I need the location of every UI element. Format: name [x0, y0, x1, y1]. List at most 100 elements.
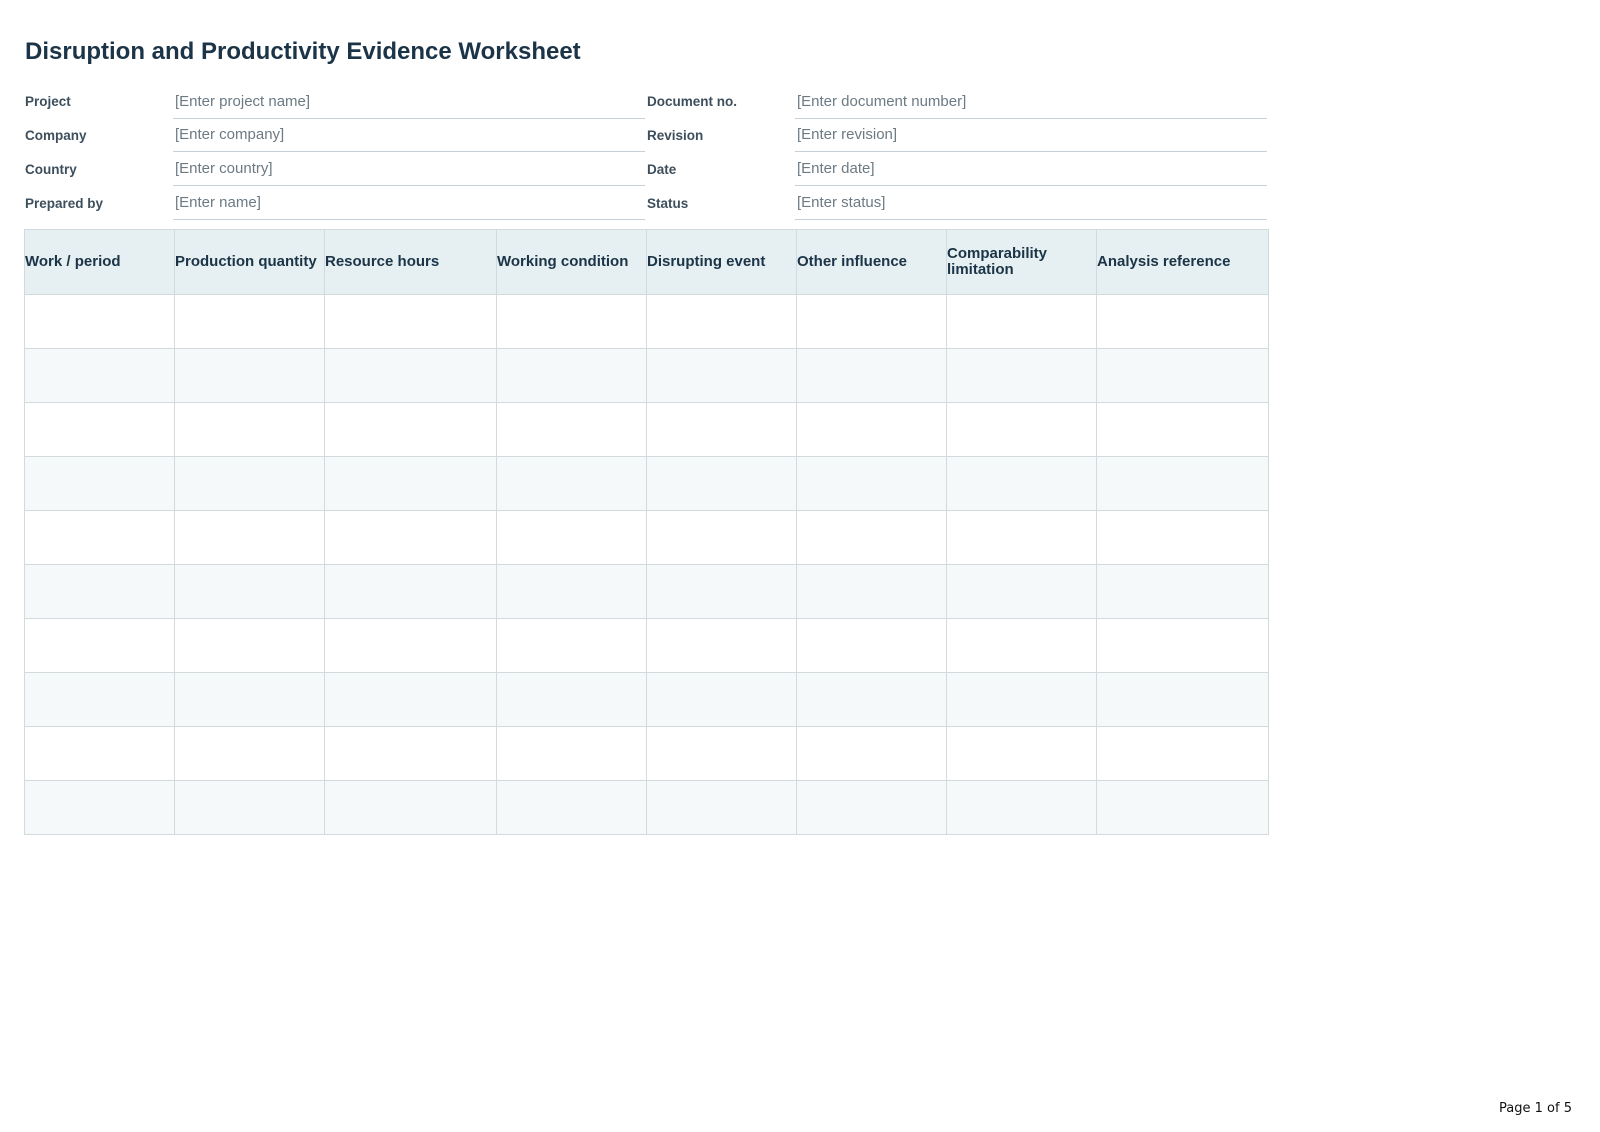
table-cell[interactable] — [1096, 402, 1269, 457]
table-cell[interactable] — [646, 618, 797, 673]
table-cell[interactable] — [24, 780, 175, 835]
table-cell[interactable] — [1096, 618, 1269, 673]
table-cell[interactable] — [946, 510, 1097, 565]
table-cell[interactable] — [496, 294, 647, 349]
table-cell[interactable] — [174, 456, 325, 511]
table-cell[interactable] — [796, 348, 947, 403]
table-cell[interactable] — [324, 348, 497, 403]
table-cell[interactable] — [324, 294, 497, 349]
table-cell[interactable] — [1096, 564, 1269, 619]
table-cell[interactable] — [646, 672, 797, 727]
table-cell[interactable] — [1096, 294, 1269, 349]
table-cell[interactable] — [174, 348, 325, 403]
table-cell[interactable] — [946, 456, 1097, 511]
table-row — [24, 294, 1269, 349]
table-cell[interactable] — [174, 294, 325, 349]
revision-field[interactable]: [Enter revision] — [795, 120, 1267, 152]
column-header-working-condition: Working condition — [496, 229, 647, 295]
country-field[interactable]: [Enter country] — [173, 154, 645, 186]
table-cell[interactable] — [796, 294, 947, 349]
table-cell[interactable] — [324, 564, 497, 619]
table-cell[interactable] — [496, 402, 647, 457]
table-cell[interactable] — [324, 510, 497, 565]
table-cell[interactable] — [324, 456, 497, 511]
table-cell[interactable] — [646, 780, 797, 835]
table-cell[interactable] — [496, 456, 647, 511]
table-cell[interactable] — [1096, 348, 1269, 403]
table-cell[interactable] — [174, 510, 325, 565]
date-label: Date — [647, 162, 677, 177]
table-cell[interactable] — [24, 564, 175, 619]
table-cell[interactable] — [174, 726, 325, 781]
table-cell[interactable] — [324, 402, 497, 457]
table-cell[interactable] — [1096, 672, 1269, 727]
table-cell[interactable] — [324, 780, 497, 835]
table-cell[interactable] — [646, 510, 797, 565]
table-cell[interactable] — [796, 726, 947, 781]
table-row — [24, 348, 1269, 403]
company-field[interactable]: [Enter company] — [173, 120, 645, 152]
table-cell[interactable] — [174, 618, 325, 673]
table-cell[interactable] — [24, 618, 175, 673]
table-cell[interactable] — [24, 402, 175, 457]
table-cell[interactable] — [796, 618, 947, 673]
table-cell[interactable] — [174, 672, 325, 727]
document-number-label: Document no. — [647, 94, 737, 109]
table-cell[interactable] — [946, 672, 1097, 727]
revision-label: Revision — [647, 128, 704, 143]
project-field[interactable]: [Enter project name] — [173, 87, 645, 119]
table-cell[interactable] — [946, 348, 1097, 403]
table-cell[interactable] — [796, 672, 947, 727]
table-cell[interactable] — [796, 564, 947, 619]
table-cell[interactable] — [24, 510, 175, 565]
table-cell[interactable] — [796, 402, 947, 457]
table-cell[interactable] — [24, 456, 175, 511]
table-cell[interactable] — [646, 456, 797, 511]
table-cell[interactable] — [496, 672, 647, 727]
table-cell[interactable] — [946, 780, 1097, 835]
prepared-by-field[interactable]: [Enter name] — [173, 188, 645, 220]
table-row — [24, 726, 1269, 781]
table-cell[interactable] — [796, 456, 947, 511]
table-cell[interactable] — [174, 402, 325, 457]
table-cell[interactable] — [1096, 780, 1269, 835]
table-cell[interactable] — [496, 726, 647, 781]
table-cell[interactable] — [646, 402, 797, 457]
table-cell[interactable] — [646, 348, 797, 403]
table-cell[interactable] — [946, 726, 1097, 781]
table-cell[interactable] — [796, 510, 947, 565]
table-row — [24, 456, 1269, 511]
table-cell[interactable] — [24, 726, 175, 781]
table-cell[interactable] — [946, 618, 1097, 673]
table-cell[interactable] — [946, 564, 1097, 619]
table-cell[interactable] — [1096, 726, 1269, 781]
table-cell[interactable] — [174, 564, 325, 619]
table-cell[interactable] — [24, 672, 175, 727]
table-cell[interactable] — [646, 564, 797, 619]
table-cell[interactable] — [324, 726, 497, 781]
table-row — [24, 510, 1269, 565]
document-number-field[interactable]: [Enter document number] — [795, 87, 1267, 119]
table-cell[interactable] — [496, 348, 647, 403]
table-cell[interactable] — [646, 294, 797, 349]
table-cell[interactable] — [946, 294, 1097, 349]
table-cell[interactable] — [946, 402, 1097, 457]
table-cell[interactable] — [646, 726, 797, 781]
table-cell[interactable] — [324, 672, 497, 727]
table-cell[interactable] — [1096, 510, 1269, 565]
worksheet-page: Disruption and Productivity Evidence Wor… — [0, 0, 1600, 1132]
table-cell[interactable] — [796, 780, 947, 835]
table-cell[interactable] — [496, 780, 647, 835]
table-cell[interactable] — [496, 564, 647, 619]
table-cell[interactable] — [24, 348, 175, 403]
status-field[interactable]: [Enter status] — [795, 188, 1267, 220]
table-cell[interactable] — [24, 294, 175, 349]
table-cell[interactable] — [324, 618, 497, 673]
table-cell[interactable] — [496, 510, 647, 565]
date-field[interactable]: [Enter date] — [795, 154, 1267, 186]
table-cell[interactable] — [496, 618, 647, 673]
page-title: Disruption and Productivity Evidence Wor… — [25, 38, 581, 65]
table-cell[interactable] — [174, 780, 325, 835]
table-row — [24, 564, 1269, 619]
table-cell[interactable] — [1096, 456, 1269, 511]
